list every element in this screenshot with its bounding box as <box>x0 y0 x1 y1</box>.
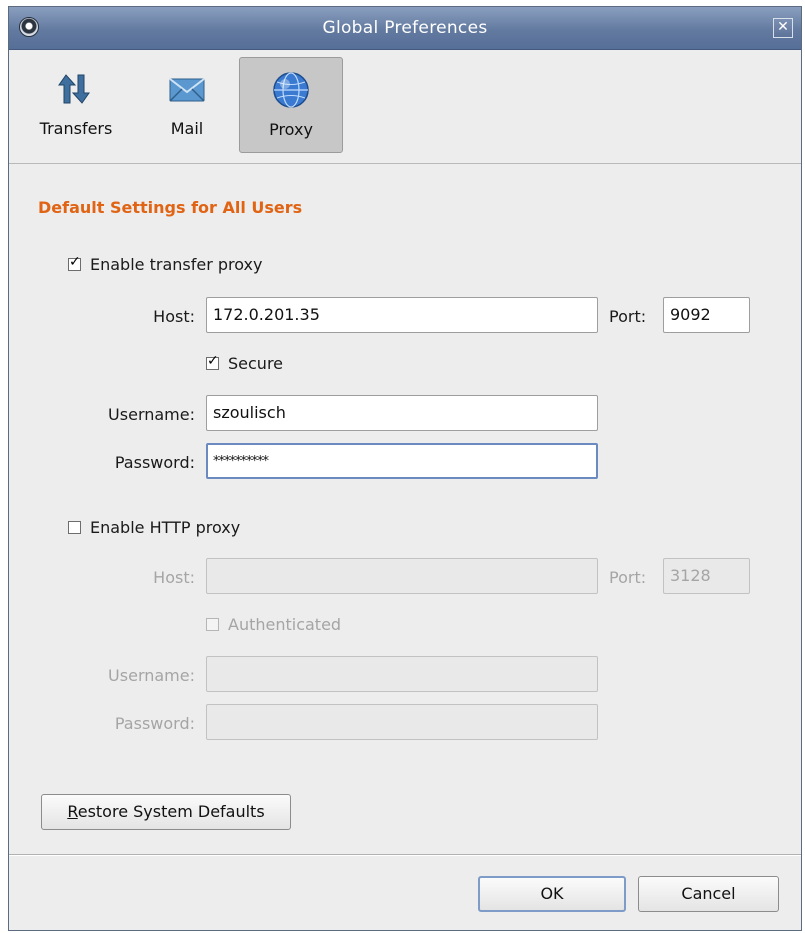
transfer-host-label: Host: <box>153 307 195 326</box>
transfer-username-label: Username: <box>108 405 195 424</box>
http-password-label: Password: <box>114 714 195 733</box>
toolbar-mail-label: Mail <box>170 119 204 138</box>
title-bar[interactable]: Global Preferences ✕ <box>9 7 801 50</box>
http-password-input[interactable] <box>206 704 598 740</box>
toolbar-proxy[interactable]: Proxy <box>239 57 343 153</box>
toolbar-transfers-label: Transfers <box>39 119 113 138</box>
section-title: Default Settings for All Users <box>38 198 303 217</box>
http-port-label: Port: <box>609 568 647 587</box>
enable-transfer-proxy-checkbox[interactable]: Enable transfer proxy <box>68 254 263 277</box>
ok-button[interactable]: OK <box>478 876 626 912</box>
restore-mnemonic: R <box>67 802 78 821</box>
proxy-settings-panel: Default Settings for All Users Enable tr… <box>9 164 801 854</box>
transfer-password-input[interactable]: ********** <box>206 443 598 479</box>
close-icon: ✕ <box>777 19 789 35</box>
preferences-toolbar: Transfers Mail Proxy <box>9 50 801 164</box>
enable-http-proxy-checkbox[interactable]: Enable HTTP proxy <box>68 518 240 540</box>
transfer-port-label: Port: <box>609 307 647 326</box>
restore-system-defaults-button[interactable]: Restore System Defaults <box>41 794 291 830</box>
checkbox-unchecked-icon <box>68 521 81 534</box>
transfer-password-label: Password: <box>114 453 195 472</box>
cancel-button[interactable]: Cancel <box>638 876 779 912</box>
transfer-port-input[interactable]: 9092 <box>663 297 750 333</box>
transfers-icon <box>58 74 90 104</box>
secure-label: Secure <box>228 354 284 373</box>
toolbar-transfers[interactable]: Transfers <box>21 57 131 153</box>
authenticated-label: Authenticated <box>228 615 342 634</box>
checkbox-unchecked-icon <box>206 618 219 631</box>
mail-icon <box>169 78 205 102</box>
close-button[interactable]: ✕ <box>773 18 793 38</box>
secure-checkbox[interactable]: Secure <box>206 353 284 376</box>
toolbar-mail[interactable]: Mail <box>145 57 229 153</box>
checkbox-checked-icon <box>68 254 81 271</box>
http-username-label: Username: <box>108 666 195 685</box>
http-host-input[interactable] <box>206 558 598 594</box>
proxy-globe-icon <box>273 72 309 108</box>
http-host-label: Host: <box>153 568 195 587</box>
footer-divider <box>9 854 801 856</box>
enable-http-proxy-label: Enable HTTP proxy <box>90 518 241 537</box>
toolbar-proxy-label: Proxy <box>269 120 313 139</box>
window-title: Global Preferences <box>322 18 488 38</box>
authenticated-checkbox[interactable]: Authenticated <box>206 615 341 637</box>
restore-label: estore System Defaults <box>77 802 265 821</box>
http-username-input[interactable] <box>206 656 598 692</box>
global-preferences-window: Global Preferences ✕ Transfers Mail Prox… <box>8 6 802 931</box>
checkbox-checked-icon <box>206 353 219 370</box>
transfer-username-input[interactable]: szoulisch <box>206 395 598 431</box>
http-port-input[interactable]: 3128 <box>663 558 750 594</box>
transfer-host-input[interactable]: 172.0.201.35 <box>206 297 598 333</box>
enable-transfer-proxy-label: Enable transfer proxy <box>90 255 263 274</box>
